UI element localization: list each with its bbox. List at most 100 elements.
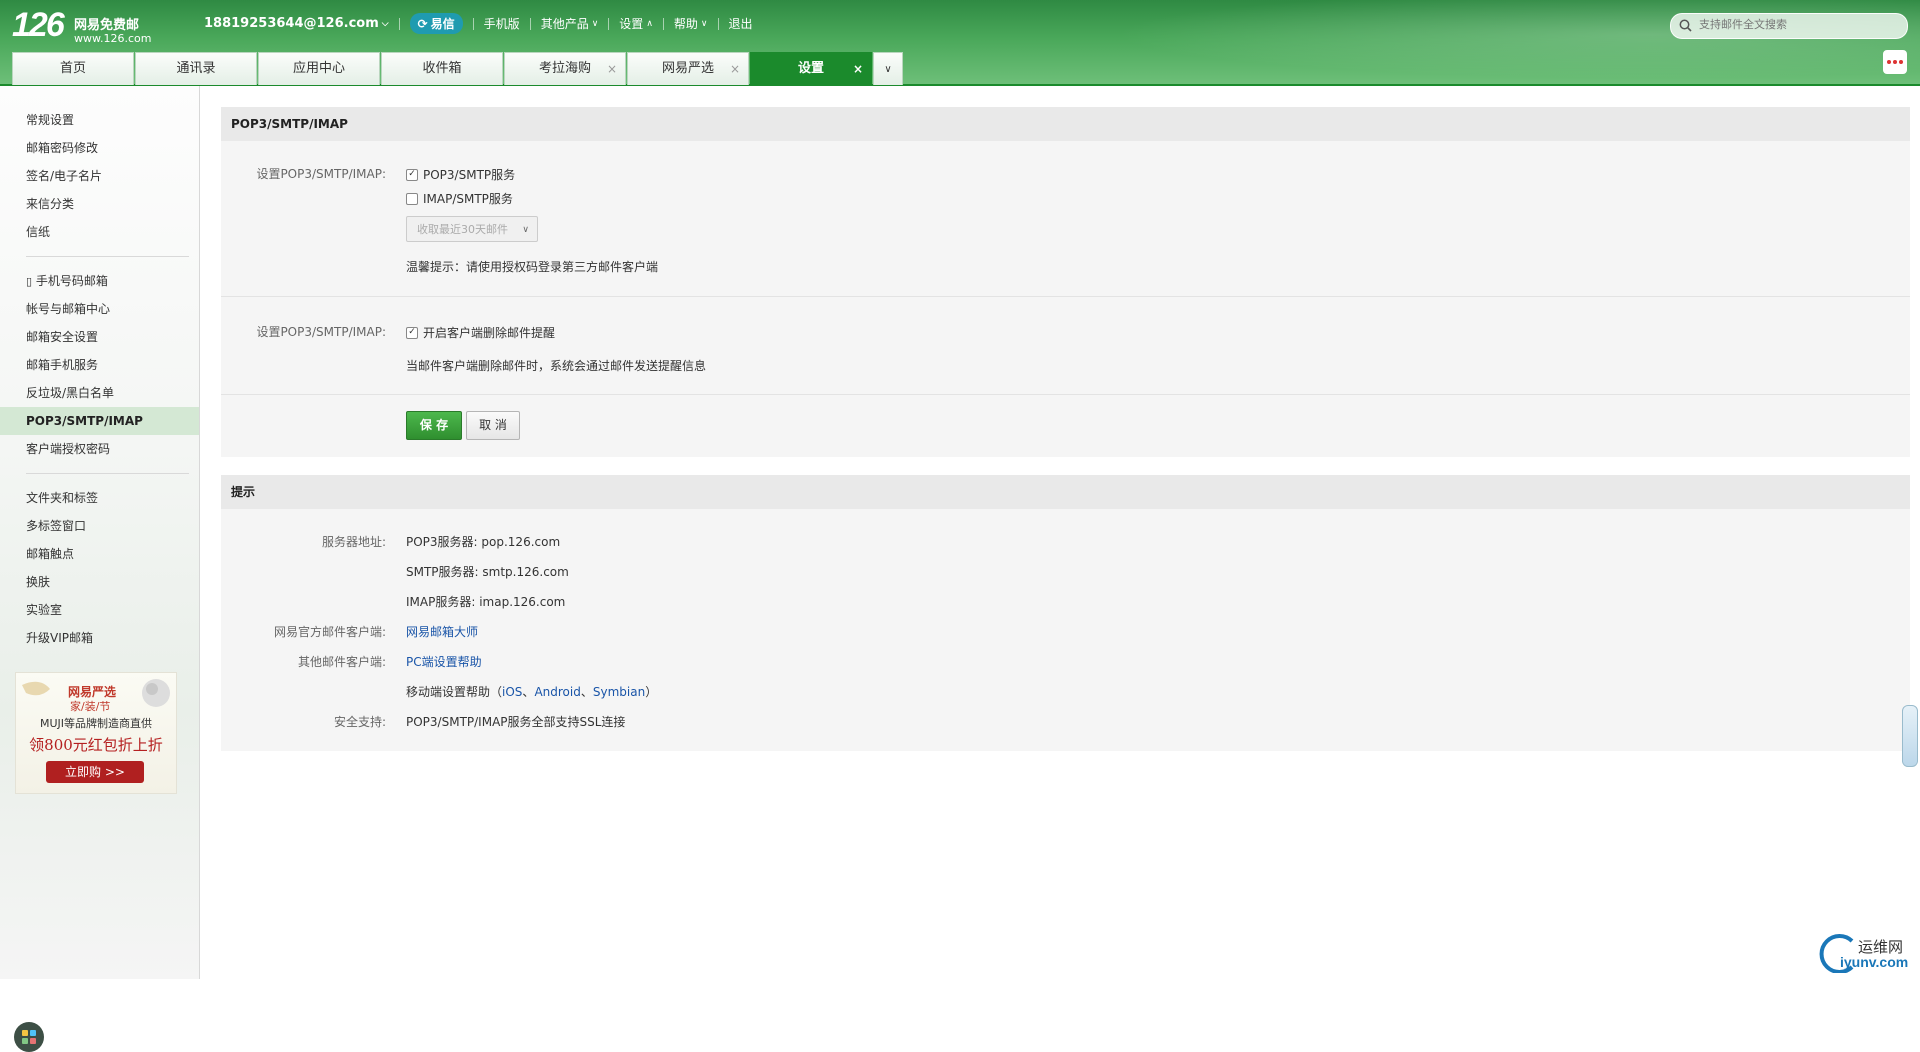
logo-title: 网易免费邮 [74,18,140,33]
ios-help-link[interactable]: iOS [502,685,522,699]
sidebar-item-pop3-smtp-imap[interactable]: POP3/SMTP/IMAP [0,407,199,435]
account-name: 18819253644@126.com [204,16,379,31]
nav-mobile[interactable]: 手机版 [484,15,520,32]
promo-decoration-icon [142,679,170,707]
nav-help[interactable]: 帮助 ∨ [674,15,708,32]
settings-panel: POP3/SMTP/IMAP 设置POP3/SMTP/IMAP: ✓ POP3/S… [221,107,1910,457]
nav-divider [398,17,400,30]
apps-grid-button[interactable] [14,1022,44,1052]
close-icon[interactable]: × [853,53,863,85]
nav-divider [662,17,664,30]
nav-divider [608,17,610,30]
sidebar-item-antispam[interactable]: 反垃圾/黑白名单 [0,379,199,407]
close-icon[interactable]: × [730,53,740,85]
sidebar-item-general[interactable]: 常规设置 [0,106,199,134]
android-help-link[interactable]: Android [534,685,580,699]
service-label: 设置POP3/SMTP/IMAP: [256,167,386,181]
close-icon[interactable]: × [607,53,617,85]
sidebar-item-signature[interactable]: 签名/电子名片 [0,162,199,190]
sidebar-item-folders-tags[interactable]: 文件夹和标签 [0,484,199,512]
sidebar-item-multi-tab[interactable]: 多标签窗口 [0,512,199,540]
nav-divider [472,17,474,30]
nav-divider [717,17,719,30]
checkbox-checked-icon[interactable]: ✓ [406,168,418,181]
smtp-server: SMTP服务器: smtp.126.com [406,565,569,579]
more-menu-button[interactable] [1883,50,1907,74]
nav-logout[interactable]: 退出 [729,15,753,32]
tab-app-center[interactable]: 应用中心 [258,52,380,85]
server-address-label: 服务器地址: [321,535,386,549]
tab-kaola[interactable]: 考拉海购 × [504,52,626,85]
sidebar-item-mail-rules[interactable]: 来信分类 [0,190,199,218]
imap-server: IMAP服务器: imap.126.com [406,595,566,609]
imap-checkbox[interactable]: IMAP/SMTP服务 [406,190,513,208]
sidebar-item-touchpoint[interactable]: 邮箱触点 [0,540,199,568]
search-input[interactable] [1697,18,1901,32]
nav-yixin[interactable]: ⟳ 易信 [409,13,463,34]
delete-notice-checkbox[interactable]: ✓ 开启客户端删除邮件提醒 [406,323,555,341]
tab-yanxuan[interactable]: 网易严选 × [627,52,749,85]
checkbox-unchecked-icon[interactable] [406,192,418,205]
sidebar-item-vip[interactable]: 升级VIP邮箱 [0,624,199,652]
feedback-widget[interactable] [1902,705,1918,767]
sidebar-item-password[interactable]: 邮箱密码修改 [0,134,199,162]
promo-subtitle: 家/装/节 [70,700,111,713]
nav-settings[interactable]: 设置 ∧ [619,15,653,32]
cancel-button[interactable]: 取 消 [466,411,520,440]
promo-banner[interactable]: 网易严选 家/装/节 MUJI等品牌制造商直供 领800元红包折上折 立即购 >… [15,672,177,794]
top-nav: 18819253644@126.com ⌵ ⟳ 易信 手机版 其他产品 ∨ 设置 ∧ … [204,13,753,34]
chevron-down-icon: ∨ [522,225,529,235]
official-client-label: 网易官方邮件客户端: [273,625,386,639]
mail-master-link[interactable]: 网易邮箱大师 [406,625,478,639]
tab-inbox[interactable]: 收件箱 [381,52,503,85]
sidebar-item-account-center[interactable]: 帐号与邮箱中心 [0,295,199,323]
dot [1887,60,1891,64]
section-divider [221,296,1910,297]
pc-setup-help-link[interactable]: PC端设置帮助 [406,655,482,669]
nav-group-general: 常规设置 邮箱密码修改 签名/电子名片 来信分类 信纸 [0,106,199,246]
sidebar-divider [26,473,189,474]
phone-icon: ▯ [26,275,33,288]
tab-home[interactable]: 首页 [12,52,134,85]
symbian-help-link[interactable]: Symbian [593,685,645,699]
sidebar-item-skin[interactable]: 换肤 [0,568,199,596]
sidebar-item-lab[interactable]: 实验室 [0,596,199,624]
sidebar-item-phone-mailbox[interactable]: ▯ 手机号码邮箱 [0,267,199,295]
promo-line1: MUJI等品牌制造商直供 [39,717,153,730]
save-button[interactable]: 保 存 [406,411,462,440]
nav-divider [529,17,531,30]
checkbox-checked-icon[interactable]: ✓ [406,326,418,339]
watermark-line2: iyunv.com [1840,954,1909,970]
nav-group-misc: 文件夹和标签 多标签窗口 邮箱触点 换肤 实验室 升级VIP邮箱 [0,484,199,652]
settings-panel-title: POP3/SMTP/IMAP [221,107,1910,141]
pop3-checkbox[interactable]: ✓ POP3/SMTP服务 [406,165,515,183]
dot [1899,60,1903,64]
yixin-icon: ⟳ [417,16,428,31]
nav-other-products[interactable]: 其他产品 ∨ [541,15,599,32]
auth-code-tip: 温馨提示：请使用授权码登录第三方邮件客户端 [406,260,659,274]
sidebar-divider [26,256,189,257]
sidebar-item-stationery[interactable]: 信纸 [0,218,199,246]
logo-url: www.126.com [74,32,152,45]
tab-contacts[interactable]: 通讯录 [135,52,257,85]
receive-range-select[interactable]: 收取最近30天邮件 ∨ [406,216,538,242]
sidebar-item-security[interactable]: 邮箱安全设置 [0,323,199,351]
security-support-label: 安全支持: [333,715,386,729]
sidebar-item-client-auth-code[interactable]: 客户端授权密码 [0,435,199,463]
mobile-setup-help: 移动端设置帮助（iOS、Android、Symbian） [406,685,658,699]
delete-notice-label: 设置POP3/SMTP/IMAP: [256,325,386,339]
chevron-down-icon: ∨ [884,64,892,75]
account-menu[interactable]: 18819253644@126.com ⌵ [204,16,389,31]
chevron-down-icon: ⌵ [381,18,389,29]
chevron-down-icon: ∨ [700,18,708,29]
logo[interactable]: 126 网易免费邮 www.126.com [12,8,151,45]
promo-buy-button[interactable]: 立即购 >> [46,761,144,783]
promo-decoration-icon [22,681,50,696]
section-divider [221,394,1910,395]
search-box[interactable] [1670,13,1908,39]
tab-settings[interactable]: 设置 × [750,52,872,85]
tab-list-dropdown[interactable]: ∨ [873,52,903,85]
sidebar-item-mobile-service[interactable]: 邮箱手机服务 [0,351,199,379]
hints-panel: 提示 服务器地址: POP3服务器: pop.126.com SMTP服务器: … [221,475,1910,751]
settings-sidebar: 常规设置 邮箱密码修改 签名/电子名片 来信分类 信纸 ▯ 手机号码邮箱 帐号与… [0,86,200,1052]
